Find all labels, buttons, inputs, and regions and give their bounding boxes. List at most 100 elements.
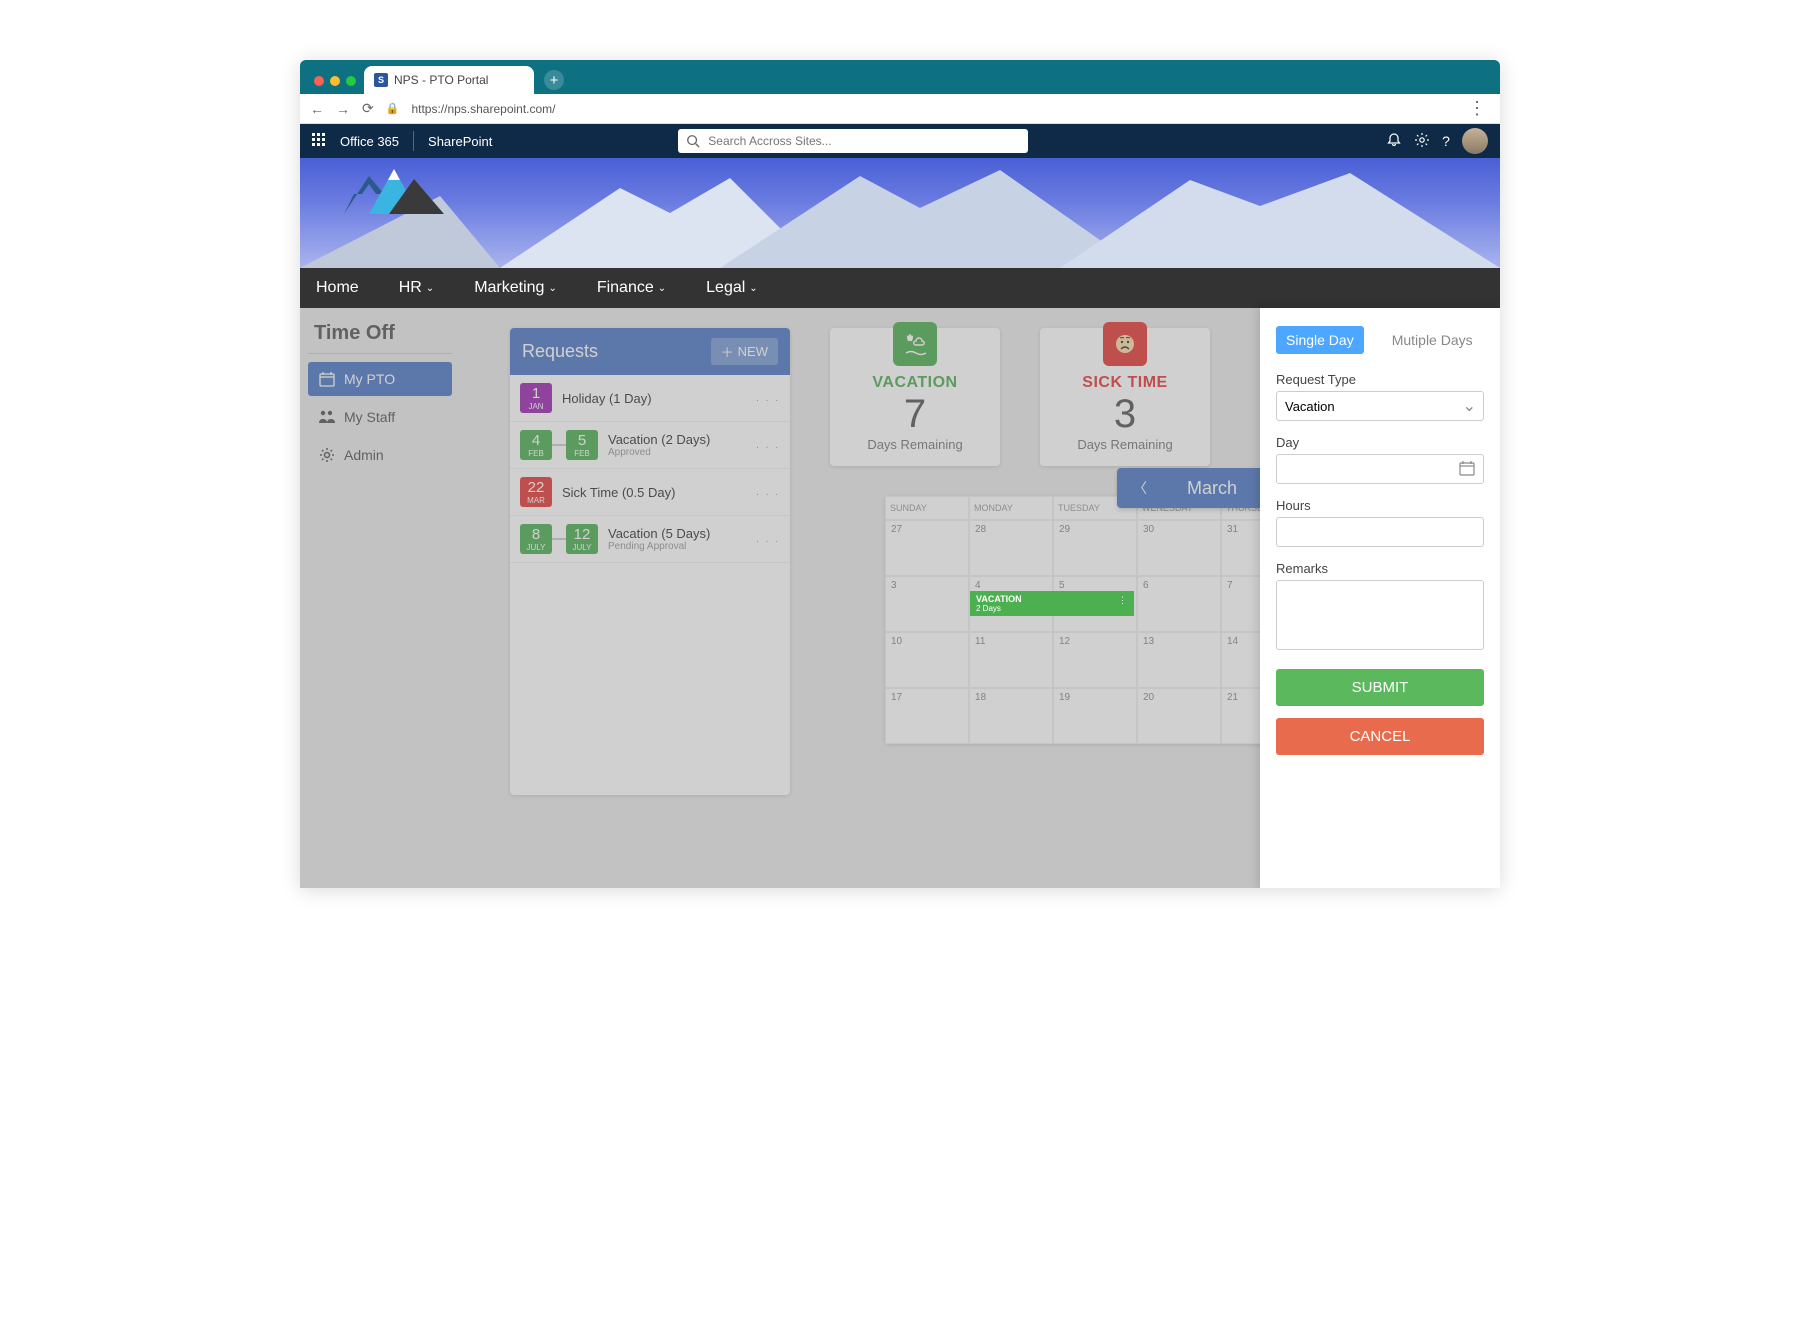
calendar-cell[interactable]: 12 xyxy=(1053,632,1137,688)
sidebar-item-admin[interactable]: Admin xyxy=(308,438,452,472)
sick-stat-card: SICK TIME 3 Days Remaining xyxy=(1040,328,1210,466)
request-type-label: Request Type xyxy=(1276,372,1484,387)
request-item[interactable]: 8JULY12JULYVacation (5 Days)Pending Appr… xyxy=(510,516,790,563)
avatar[interactable] xyxy=(1462,128,1488,154)
window-controls xyxy=(308,76,364,94)
maximize-window-button[interactable] xyxy=(346,76,356,86)
new-tab-button[interactable]: + xyxy=(544,70,564,90)
url-text[interactable]: https://nps.sharepoint.com/ xyxy=(411,102,1456,116)
nav-marketing[interactable]: Marketing⌄ xyxy=(474,279,557,297)
sidebar-item-label: My Staff xyxy=(344,409,395,425)
calendar-cell[interactable]: 29 xyxy=(1053,520,1137,576)
sharepoint-favicon: S xyxy=(374,73,388,87)
calendar-cell[interactable]: 17 xyxy=(885,688,969,744)
settings-icon[interactable] xyxy=(1414,132,1430,151)
calendar-cell[interactable]: 28 xyxy=(969,520,1053,576)
calendar-cell[interactable]: 20 xyxy=(1137,688,1221,744)
calendar-cell[interactable]: 19 xyxy=(1053,688,1137,744)
calendar-cell[interactable]: 10 xyxy=(885,632,969,688)
people-icon xyxy=(318,408,336,426)
logo-title: New Peak Solutions xyxy=(318,267,470,268)
request-item[interactable]: 1JANHoliday (1 Day). . . xyxy=(510,375,790,422)
forward-button[interactable]: → xyxy=(336,101,350,117)
calendar-month: March xyxy=(1187,478,1237,499)
minimize-window-button[interactable] xyxy=(330,76,340,86)
calendar-day-header: SUNDAY xyxy=(885,496,969,520)
vacation-value: 7 xyxy=(840,392,990,437)
vacation-label: VACATION xyxy=(840,374,990,392)
request-type-select[interactable]: Vacation ⌄ xyxy=(1276,391,1484,421)
calendar-event[interactable]: VACATION2 Days⋮ xyxy=(970,591,1134,616)
tab-single-day[interactable]: Single Day xyxy=(1276,326,1364,354)
plus-icon: ＋ xyxy=(721,342,734,361)
date-badge: 22MAR xyxy=(520,477,552,507)
request-more-button[interactable]: . . . xyxy=(756,534,780,545)
request-item[interactable]: 22MAR Sick Time (0.5 Day) . . . xyxy=(510,469,790,516)
nav-home[interactable]: Home xyxy=(316,279,359,297)
calendar-prev-button[interactable]: 〈 xyxy=(1133,478,1147,498)
o365-bar: Office 365 SharePoint ? xyxy=(300,124,1500,158)
browser-tab[interactable]: S NPS - PTO Portal xyxy=(364,66,534,94)
nav-hr[interactable]: HR⌄ xyxy=(399,279,435,297)
calendar-icon xyxy=(318,370,336,388)
app-launcher-icon[interactable] xyxy=(312,133,326,150)
request-more-button[interactable]: . . . xyxy=(756,487,780,498)
calendar-day-header: MONDAY xyxy=(969,496,1053,520)
search-box[interactable] xyxy=(678,129,1028,153)
sharepoint-brand[interactable]: SharePoint xyxy=(428,134,492,149)
request-title: Vacation (5 Days) xyxy=(608,526,746,541)
browser-menu-button[interactable]: ⋮ xyxy=(1468,98,1490,119)
tab-multiple-days[interactable]: Mutiple Days xyxy=(1382,326,1483,354)
date-badge: 4FEB xyxy=(520,430,552,460)
sick-label: SICK TIME xyxy=(1050,374,1200,392)
sidebar: Time Off My PTO My Staff Admin xyxy=(300,308,460,825)
nav-legal[interactable]: Legal⌄ xyxy=(706,279,758,297)
calendar-cell[interactable]: 4VACATION2 Days⋮ xyxy=(969,576,1053,632)
vacation-caption: Days Remaining xyxy=(840,437,990,452)
site-banner: New Peak Solutions Aim Higher xyxy=(300,158,1500,268)
calendar-cell[interactable]: 13 xyxy=(1137,632,1221,688)
new-request-button[interactable]: ＋ NEW xyxy=(711,338,778,365)
request-more-button[interactable]: . . . xyxy=(756,393,780,404)
request-item[interactable]: 4FEB5FEBVacation (2 Days)Approved. . . xyxy=(510,422,790,469)
sidebar-item-my-pto[interactable]: My PTO xyxy=(308,362,452,396)
back-button[interactable]: ← xyxy=(310,101,324,117)
search-icon xyxy=(686,134,700,148)
site-logo: New Peak Solutions Aim Higher xyxy=(318,164,470,268)
calendar-cell[interactable]: 30 xyxy=(1137,520,1221,576)
hours-input[interactable] xyxy=(1276,517,1484,547)
browser-tabbar: S NPS - PTO Portal + xyxy=(300,60,1500,94)
submit-button[interactable]: SUBMIT xyxy=(1276,669,1484,706)
sidebar-item-label: My PTO xyxy=(344,371,395,387)
content-area: Time Off My PTO My Staff Admin xyxy=(300,308,1500,888)
reload-button[interactable]: ⟳ xyxy=(362,100,374,117)
browser-addressbar: ← → ⟳ 🔒 https://nps.sharepoint.com/ ⋮ xyxy=(300,94,1500,124)
nav-finance[interactable]: Finance⌄ xyxy=(597,279,666,297)
calendar-cell[interactable]: 11 xyxy=(969,632,1053,688)
sick-icon xyxy=(1103,322,1147,366)
notifications-icon[interactable] xyxy=(1386,132,1402,151)
day-input[interactable] xyxy=(1276,454,1484,484)
close-window-button[interactable] xyxy=(314,76,324,86)
calendar-cell[interactable]: 27 xyxy=(885,520,969,576)
vacation-stat-card: VACATION 7 Days Remaining xyxy=(830,328,1000,466)
calendar-cell[interactable]: 6 xyxy=(1137,576,1221,632)
main-nav: Home HR⌄ Marketing⌄ Finance⌄ Legal⌄ xyxy=(300,268,1500,308)
o365-brand[interactable]: Office 365 xyxy=(340,134,399,149)
calendar-cell[interactable]: 3 xyxy=(885,576,969,632)
hours-label: Hours xyxy=(1276,498,1484,513)
calendar-cell[interactable]: 18 xyxy=(969,688,1053,744)
request-title: Sick Time (0.5 Day) xyxy=(562,485,746,500)
cancel-button[interactable]: CANCEL xyxy=(1276,718,1484,755)
remarks-input[interactable] xyxy=(1276,580,1484,650)
request-status: Approved xyxy=(608,447,746,458)
request-more-button[interactable]: . . . xyxy=(756,440,780,451)
chevron-down-icon: ⌄ xyxy=(548,283,556,294)
search-input[interactable] xyxy=(708,134,1020,148)
requests-header: Requests ＋ NEW xyxy=(510,328,790,375)
calendar-picker-icon[interactable] xyxy=(1459,460,1475,479)
request-title: Vacation (2 Days) xyxy=(608,432,746,447)
help-icon[interactable]: ? xyxy=(1442,133,1450,149)
sick-value: 3 xyxy=(1050,392,1200,437)
sidebar-item-my-staff[interactable]: My Staff xyxy=(308,400,452,434)
